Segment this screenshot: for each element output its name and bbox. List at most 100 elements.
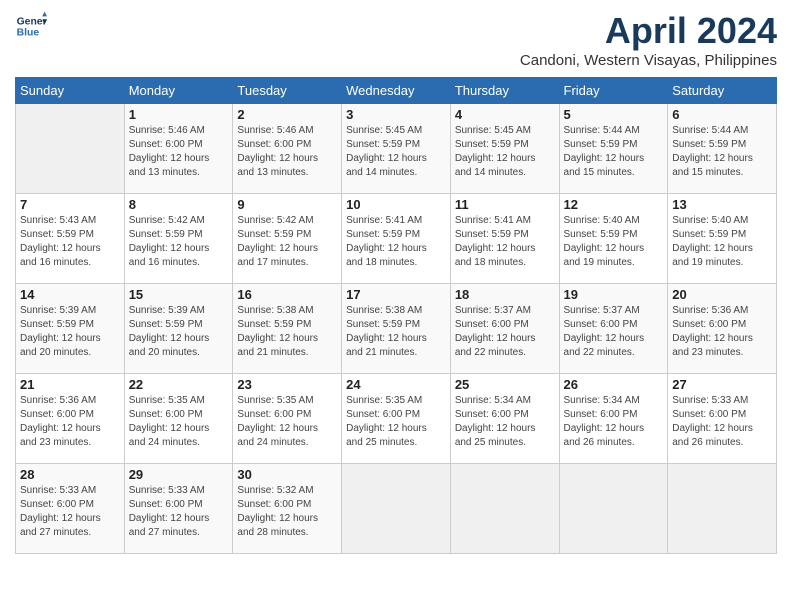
calendar-day-cell: 5Sunrise: 5:44 AM Sunset: 5:59 PM Daylig… bbox=[559, 104, 668, 194]
day-info: Sunrise: 5:36 AM Sunset: 6:00 PM Dayligh… bbox=[20, 394, 120, 450]
day-info: Sunrise: 5:45 AM Sunset: 5:59 PM Dayligh… bbox=[455, 124, 555, 180]
day-number: 28 bbox=[20, 467, 120, 482]
calendar-day-cell: 1 Sunrise: 5:46 AM Sunset: 6:00 PM Daylig… bbox=[124, 104, 233, 194]
day-number: 4 bbox=[455, 107, 555, 122]
calendar-day-cell bbox=[450, 464, 559, 554]
calendar-day-cell: 11 Sunrise: 5:41 AM Sunset: 5:59 PM Dayli… bbox=[450, 194, 559, 284]
day-info: Sunrise: 5:33 AM Sunset: 6:00 PM Dayligh… bbox=[129, 484, 229, 540]
day-info: Sunrise: 5:32 AM Sunset: 6:00 PM Dayligh… bbox=[237, 484, 337, 540]
month-title: April 2024 bbox=[520, 10, 777, 52]
day-number: 18 bbox=[455, 287, 555, 302]
day-number: 16 bbox=[237, 287, 337, 302]
day-number: 2 bbox=[237, 107, 337, 122]
day-number: 20 bbox=[672, 287, 772, 302]
day-number: 29 bbox=[129, 467, 229, 482]
day-info: Sunrise: 5:46 AM Sunset: 6:00 PM Dayligh… bbox=[129, 124, 229, 180]
calendar-day-cell: 19Sunrise: 5:37 AM Sunset: 6:00 PM Dayli… bbox=[559, 284, 668, 374]
col-header-thursday: Thursday bbox=[450, 78, 559, 104]
day-info: Sunrise: 5:40 AM Sunset: 5:59 PM Dayligh… bbox=[672, 214, 772, 270]
calendar-day-cell: 26Sunrise: 5:34 AM Sunset: 6:00 PM Dayli… bbox=[559, 374, 668, 464]
calendar-day-cell: 29 Sunrise: 5:33 AM Sunset: 6:00 PM Dayli… bbox=[124, 464, 233, 554]
day-number: 12 bbox=[564, 197, 664, 212]
day-info: Sunrise: 5:43 AM Sunset: 5:59 PM Dayligh… bbox=[20, 214, 120, 270]
svg-text:Blue: Blue bbox=[17, 28, 40, 39]
calendar-day-cell: 10 Sunrise: 5:41 AM Sunset: 5:59 PM Dayli… bbox=[342, 194, 451, 284]
calendar-day-cell bbox=[668, 464, 777, 554]
day-number: 21 bbox=[20, 377, 120, 392]
calendar-day-cell: 25 Sunrise: 5:34 AM Sunset: 6:00 PM Dayli… bbox=[450, 374, 559, 464]
calendar-day-cell: 8 Sunrise: 5:42 AM Sunset: 5:59 PM Daylig… bbox=[124, 194, 233, 284]
calendar-day-cell: 21 Sunrise: 5:36 AM Sunset: 6:00 PM Dayli… bbox=[16, 374, 125, 464]
calendar-day-cell: 7 Sunrise: 5:43 AM Sunset: 5:59 PM Daylig… bbox=[16, 194, 125, 284]
calendar-day-cell: 18Sunrise: 5:37 AM Sunset: 6:00 PM Dayli… bbox=[450, 284, 559, 374]
day-info: Sunrise: 5:36 AM Sunset: 6:00 PM Dayligh… bbox=[672, 304, 772, 360]
col-header-sunday: Sunday bbox=[16, 78, 125, 104]
col-header-tuesday: Tuesday bbox=[233, 78, 342, 104]
col-header-friday: Friday bbox=[559, 78, 668, 104]
day-number: 9 bbox=[237, 197, 337, 212]
calendar-day-cell: 14 Sunrise: 5:39 AM Sunset: 5:59 PM Dayli… bbox=[16, 284, 125, 374]
col-header-monday: Monday bbox=[124, 78, 233, 104]
day-info: Sunrise: 5:33 AM Sunset: 6:00 PM Dayligh… bbox=[672, 394, 772, 450]
calendar-week-row: 28 Sunrise: 5:33 AM Sunset: 6:00 PM Dayli… bbox=[16, 464, 777, 554]
calendar-week-row: 14 Sunrise: 5:39 AM Sunset: 5:59 PM Dayli… bbox=[16, 284, 777, 374]
calendar-day-cell: 23Sunrise: 5:35 AM Sunset: 6:00 PM Dayli… bbox=[233, 374, 342, 464]
day-number: 10 bbox=[346, 197, 446, 212]
day-number: 5 bbox=[564, 107, 664, 122]
day-number: 17 bbox=[346, 287, 446, 302]
day-info: Sunrise: 5:42 AM Sunset: 5:59 PM Dayligh… bbox=[129, 214, 229, 270]
calendar-day-cell: 2 Sunrise: 5:46 AM Sunset: 6:00 PM Daylig… bbox=[233, 104, 342, 194]
calendar-day-cell: 20 Sunrise: 5:36 AM Sunset: 6:00 PM Dayli… bbox=[668, 284, 777, 374]
page-header: General Blue April 2024 Candoni, Western… bbox=[15, 10, 777, 69]
logo-icon: General Blue bbox=[15, 10, 47, 42]
calendar-day-cell: 22Sunrise: 5:35 AM Sunset: 6:00 PM Dayli… bbox=[124, 374, 233, 464]
day-info: Sunrise: 5:35 AM Sunset: 6:00 PM Dayligh… bbox=[346, 394, 446, 450]
day-number: 8 bbox=[129, 197, 229, 212]
day-info: Sunrise: 5:40 AM Sunset: 5:59 PM Dayligh… bbox=[564, 214, 664, 270]
day-info: Sunrise: 5:39 AM Sunset: 5:59 PM Dayligh… bbox=[20, 304, 120, 360]
day-number: 30 bbox=[237, 467, 337, 482]
calendar-day-cell: 12 Sunrise: 5:40 AM Sunset: 5:59 PM Dayli… bbox=[559, 194, 668, 284]
day-info: Sunrise: 5:42 AM Sunset: 5:59 PM Dayligh… bbox=[237, 214, 337, 270]
day-number: 13 bbox=[672, 197, 772, 212]
day-number: 23 bbox=[237, 377, 337, 392]
calendar-day-cell: 3Sunrise: 5:45 AM Sunset: 5:59 PM Daylig… bbox=[342, 104, 451, 194]
day-info: Sunrise: 5:37 AM Sunset: 6:00 PM Dayligh… bbox=[564, 304, 664, 360]
calendar-day-cell bbox=[559, 464, 668, 554]
col-header-wednesday: Wednesday bbox=[342, 78, 451, 104]
calendar-day-cell: 13 Sunrise: 5:40 AM Sunset: 5:59 PM Dayli… bbox=[668, 194, 777, 284]
day-number: 15 bbox=[129, 287, 229, 302]
day-info: Sunrise: 5:33 AM Sunset: 6:00 PM Dayligh… bbox=[20, 484, 120, 540]
day-number: 7 bbox=[20, 197, 120, 212]
calendar-day-cell: 17 Sunrise: 5:38 AM Sunset: 5:59 PM Dayli… bbox=[342, 284, 451, 374]
calendar-day-cell: 24Sunrise: 5:35 AM Sunset: 6:00 PM Dayli… bbox=[342, 374, 451, 464]
day-info: Sunrise: 5:38 AM Sunset: 5:59 PM Dayligh… bbox=[346, 304, 446, 360]
calendar-day-cell: 4 Sunrise: 5:45 AM Sunset: 5:59 PM Daylig… bbox=[450, 104, 559, 194]
calendar-day-cell bbox=[16, 104, 125, 194]
day-info: Sunrise: 5:34 AM Sunset: 6:00 PM Dayligh… bbox=[455, 394, 555, 450]
calendar-day-cell: 30 Sunrise: 5:32 AM Sunset: 6:00 PM Dayli… bbox=[233, 464, 342, 554]
col-header-saturday: Saturday bbox=[668, 78, 777, 104]
day-number: 27 bbox=[672, 377, 772, 392]
calendar-table: SundayMondayTuesdayWednesdayThursdayFrid… bbox=[15, 77, 777, 554]
calendar-day-cell: 27 Sunrise: 5:33 AM Sunset: 6:00 PM Dayli… bbox=[668, 374, 777, 464]
day-info: Sunrise: 5:38 AM Sunset: 5:59 PM Dayligh… bbox=[237, 304, 337, 360]
day-info: Sunrise: 5:45 AM Sunset: 5:59 PM Dayligh… bbox=[346, 124, 446, 180]
calendar-week-row: 21 Sunrise: 5:36 AM Sunset: 6:00 PM Dayli… bbox=[16, 374, 777, 464]
calendar-day-cell: 28 Sunrise: 5:33 AM Sunset: 6:00 PM Dayli… bbox=[16, 464, 125, 554]
svg-text:General: General bbox=[17, 16, 47, 27]
day-info: Sunrise: 5:46 AM Sunset: 6:00 PM Dayligh… bbox=[237, 124, 337, 180]
day-number: 6 bbox=[672, 107, 772, 122]
calendar-day-cell: 9 Sunrise: 5:42 AM Sunset: 5:59 PM Daylig… bbox=[233, 194, 342, 284]
calendar-day-cell: 16 Sunrise: 5:38 AM Sunset: 5:59 PM Dayli… bbox=[233, 284, 342, 374]
calendar-week-row: 1 Sunrise: 5:46 AM Sunset: 6:00 PM Daylig… bbox=[16, 104, 777, 194]
day-number: 14 bbox=[20, 287, 120, 302]
day-info: Sunrise: 5:41 AM Sunset: 5:59 PM Dayligh… bbox=[455, 214, 555, 270]
calendar-day-cell bbox=[342, 464, 451, 554]
day-info: Sunrise: 5:35 AM Sunset: 6:00 PM Dayligh… bbox=[129, 394, 229, 450]
day-info: Sunrise: 5:39 AM Sunset: 5:59 PM Dayligh… bbox=[129, 304, 229, 360]
day-number: 25 bbox=[455, 377, 555, 392]
day-number: 1 bbox=[129, 107, 229, 122]
day-number: 11 bbox=[455, 197, 555, 212]
day-info: Sunrise: 5:41 AM Sunset: 5:59 PM Dayligh… bbox=[346, 214, 446, 270]
